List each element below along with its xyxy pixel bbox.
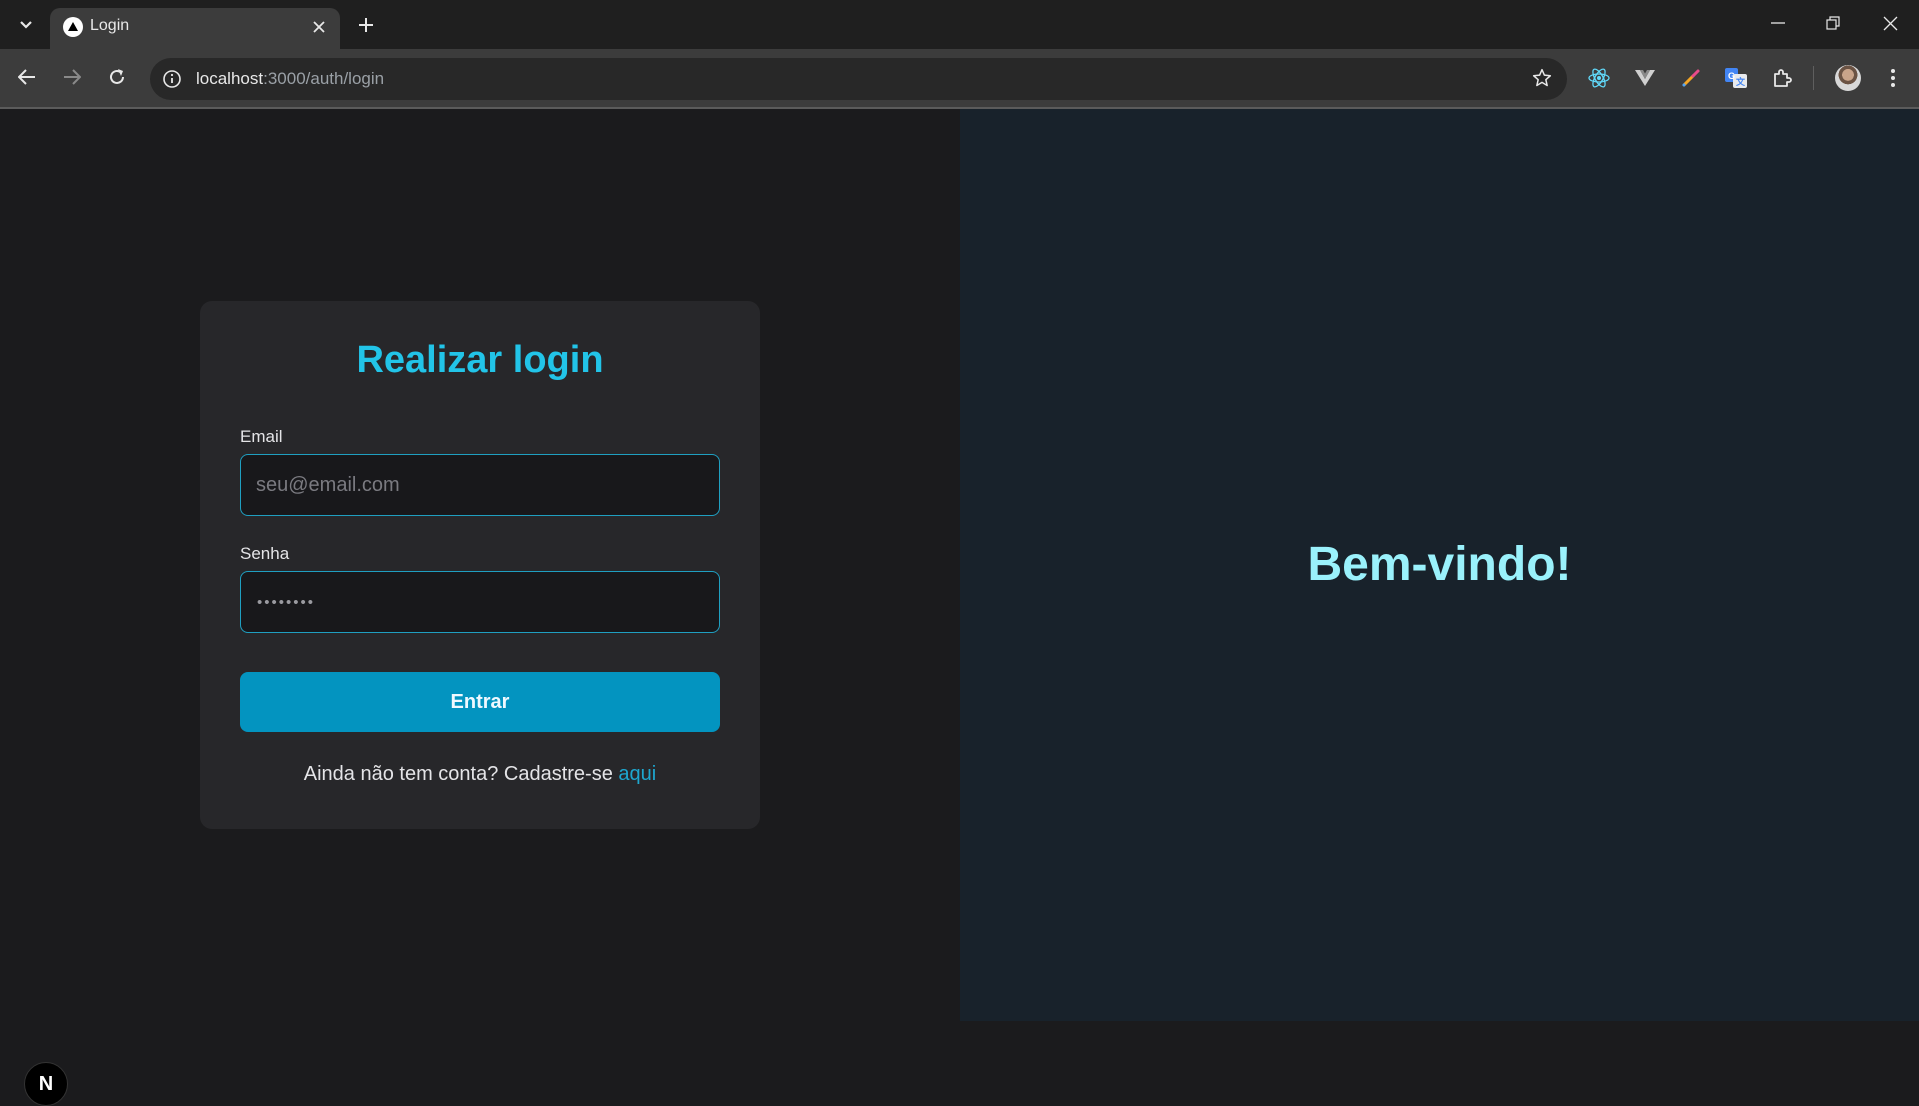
- tab-title: Login: [90, 17, 130, 34]
- extensions-icon[interactable]: [1767, 63, 1797, 93]
- welcome-heading: Bem-vindo!: [1307, 538, 1572, 591]
- url-text[interactable]: localhost:3000/auth/login: [196, 69, 384, 89]
- close-icon[interactable]: [308, 16, 330, 38]
- tab-bar: Login: [0, 0, 1919, 49]
- email-field-wrapper: [240, 454, 720, 516]
- react-devtools-icon[interactable]: [1584, 63, 1614, 93]
- email-field[interactable]: [241, 455, 719, 515]
- login-button[interactable]: Entrar: [240, 672, 720, 732]
- login-pane: Realizar login Email Senha •••••••• Entr…: [0, 109, 960, 1106]
- profile-avatar[interactable]: [1835, 65, 1861, 91]
- browser-toolbar: localhost:3000/auth/login G文: [0, 49, 1919, 108]
- color-picker-icon[interactable]: [1676, 63, 1706, 93]
- nextjs-devtools-badge[interactable]: N: [24, 1062, 68, 1106]
- login-card: Realizar login Email Senha •••••••• Entr…: [200, 301, 760, 829]
- svg-text:G: G: [1728, 71, 1735, 81]
- signup-prompt: Ainda não tem conta? Cadastre-se aqui: [303, 763, 657, 785]
- password-field[interactable]: ••••••••: [240, 571, 720, 633]
- email-label: Email: [240, 427, 283, 446]
- toolbar-separator: [1813, 66, 1814, 90]
- address-bar[interactable]: localhost:3000/auth/login: [150, 58, 1567, 100]
- svg-text:文: 文: [1735, 76, 1746, 87]
- more-vert-icon[interactable]: [1878, 63, 1908, 93]
- info-icon[interactable]: [162, 69, 182, 89]
- translate-icon[interactable]: G文: [1721, 63, 1751, 93]
- login-title: Realizar login: [356, 339, 604, 381]
- nextjs-favicon-icon: [63, 17, 83, 37]
- close-window-icon[interactable]: [1868, 8, 1912, 38]
- star-icon[interactable]: [1532, 68, 1552, 88]
- tab-login[interactable]: Login: [50, 8, 340, 49]
- plus-icon[interactable]: [352, 12, 380, 38]
- forward-icon[interactable]: [57, 62, 87, 92]
- tab-search-icon[interactable]: [12, 12, 40, 38]
- password-placeholder: ••••••••: [257, 594, 316, 611]
- password-label: Senha: [240, 544, 290, 563]
- signup-link[interactable]: aqui: [618, 763, 656, 785]
- restore-icon[interactable]: [1811, 8, 1855, 38]
- vue-devtools-icon[interactable]: [1630, 63, 1660, 93]
- back-icon[interactable]: [12, 62, 42, 92]
- minimize-icon[interactable]: [1756, 8, 1800, 38]
- welcome-pane: Bem-vindo!: [960, 109, 1919, 1021]
- reload-icon[interactable]: [102, 62, 132, 92]
